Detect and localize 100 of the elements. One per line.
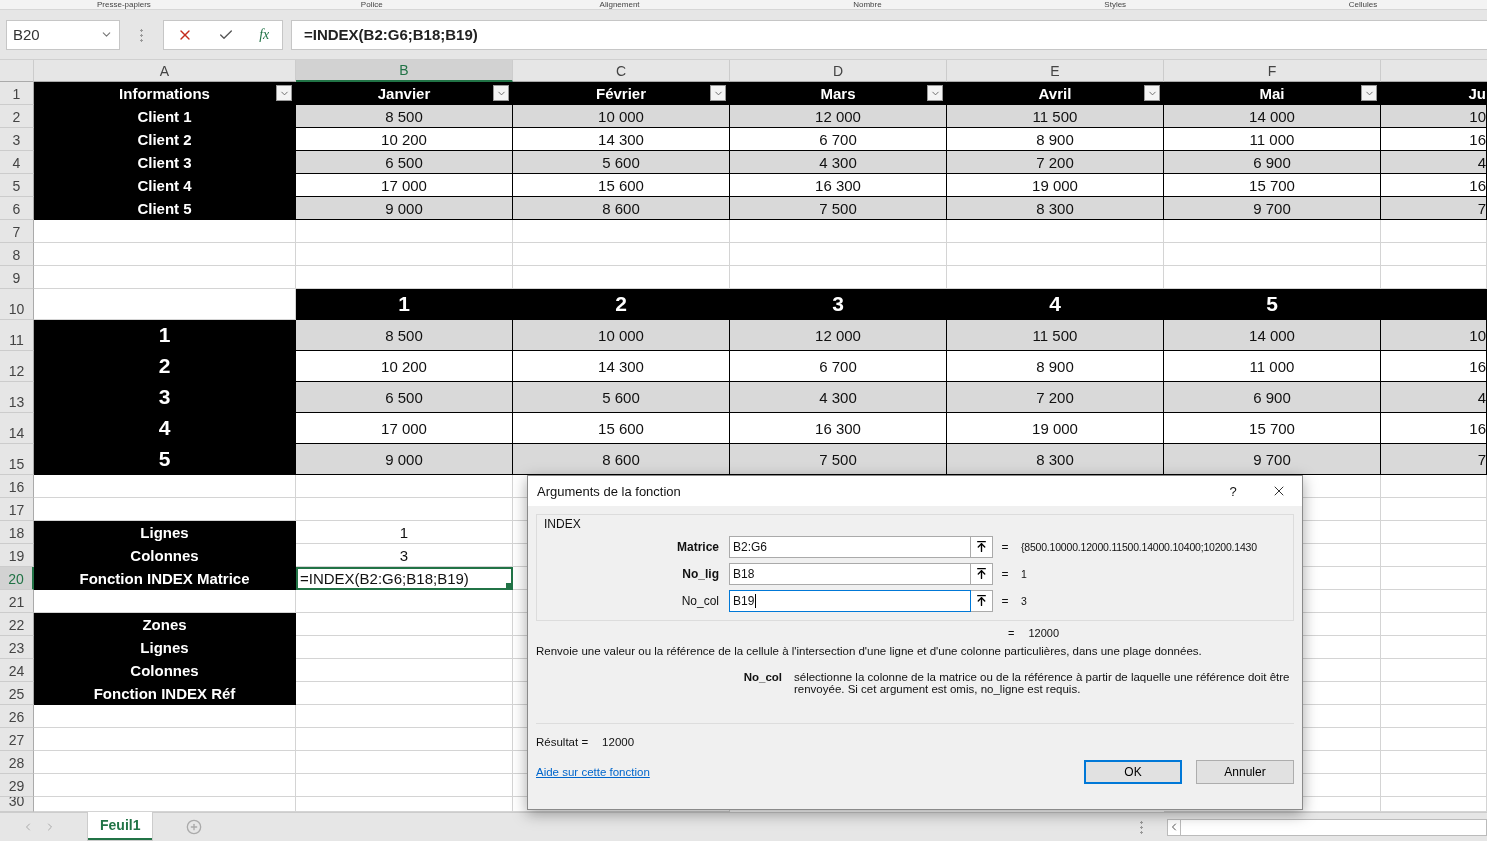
argument-label: Matrice xyxy=(675,539,720,554)
header-cell: Lignes xyxy=(34,636,296,659)
ribbon-group-label: Police xyxy=(359,0,384,9)
row-number[interactable]: 15 xyxy=(0,444,34,475)
dialog-title: Arguments de la fonction xyxy=(537,483,682,499)
header-cell: Janvier xyxy=(296,82,513,105)
row-number[interactable]: 17 xyxy=(0,498,34,521)
table-cell: 15 700 xyxy=(1164,174,1381,197)
horizontal-scrollbar[interactable] xyxy=(1167,818,1487,836)
table-cell: 10 xyxy=(1381,105,1487,128)
row-number[interactable]: 7 xyxy=(0,220,34,243)
column-header[interactable]: E xyxy=(947,60,1164,82)
row-number[interactable]: 5 xyxy=(0,174,34,197)
name-box[interactable]: B20 xyxy=(6,19,120,50)
cancel-button[interactable]: Annuler xyxy=(1196,760,1294,784)
table-cell: 16 xyxy=(1381,128,1487,151)
header-cell: Client 4 xyxy=(34,174,296,197)
active-cell[interactable]: =INDEX(B2:G6;B18;B19) xyxy=(296,567,513,590)
argument-field[interactable]: B18 xyxy=(729,562,971,585)
table-cell: 6 500 xyxy=(296,151,513,174)
formula-bar[interactable]: =INDEX(B2:G6;B18;B19) xyxy=(291,19,1487,50)
row-number[interactable]: 9 xyxy=(0,266,34,289)
argument-value: {8500.10000.12000.11500.14000.10400;10200.1430 xyxy=(1020,540,1258,553)
row-number[interactable]: 28 xyxy=(0,751,34,774)
help-button[interactable]: ? xyxy=(1210,476,1256,506)
row-number[interactable]: 21 xyxy=(0,590,34,613)
help-link[interactable]: Aide sur cette fonction xyxy=(536,766,1070,778)
table-cell: 15 700 xyxy=(1164,413,1381,444)
row-number[interactable]: 20 xyxy=(0,567,34,590)
row-number[interactable]: 25 xyxy=(0,682,34,705)
select-all-corner[interactable] xyxy=(0,60,34,82)
table-cell: 7 500 xyxy=(730,197,947,220)
header-cell: Client 5 xyxy=(34,197,296,220)
row-number[interactable]: 10 xyxy=(0,289,34,320)
sheet-tab[interactable]: Feuil1 xyxy=(88,812,153,840)
table-cell: 5 600 xyxy=(513,382,730,413)
drag-handle-icon[interactable] xyxy=(140,27,143,42)
add-sheet-icon[interactable] xyxy=(186,819,203,835)
row-number[interactable]: 1 xyxy=(0,82,34,105)
table-cell: 8 600 xyxy=(513,444,730,475)
column-header[interactable]: F xyxy=(1164,60,1381,82)
table-cell: 16 xyxy=(1381,413,1487,444)
row-number[interactable]: 19 xyxy=(0,544,34,567)
argument-field[interactable]: B19 xyxy=(729,589,971,612)
table-cell: 14 000 xyxy=(1164,105,1381,128)
row-number[interactable]: 23 xyxy=(0,636,34,659)
row-number[interactable]: 12 xyxy=(0,351,34,382)
row-number[interactable]: 29 xyxy=(0,774,34,797)
table-cell: 11 000 xyxy=(1164,351,1381,382)
row-number[interactable]: 11 xyxy=(0,320,34,351)
row-number[interactable]: 8 xyxy=(0,243,34,266)
column-header[interactable] xyxy=(1381,60,1487,82)
row-number[interactable]: 30 xyxy=(0,797,34,812)
row-number[interactable]: 16 xyxy=(0,475,34,498)
table-cell: 16 300 xyxy=(730,413,947,444)
table-cell: 11 500 xyxy=(947,320,1164,351)
table-cell: 10 200 xyxy=(296,351,513,382)
collapse-dialog-button[interactable] xyxy=(971,562,993,585)
table-cell: 16 xyxy=(1381,174,1487,197)
table-cell: 15 600 xyxy=(513,413,730,444)
table-cell: 3 xyxy=(296,544,513,567)
row-number[interactable]: 6 xyxy=(0,197,34,220)
table-cell: 11 000 xyxy=(1164,128,1381,151)
table-cell: 8 300 xyxy=(947,444,1164,475)
split-handle-icon[interactable] xyxy=(1140,820,1143,834)
row-number[interactable]: 27 xyxy=(0,728,34,751)
insert-function-button[interactable]: fx xyxy=(259,26,270,43)
collapse-dialog-button[interactable] xyxy=(971,535,993,558)
header-cell: Avril xyxy=(947,82,1164,105)
ribbon-group-label: Nombre xyxy=(852,0,883,9)
fill-handle[interactable] xyxy=(505,582,511,588)
row-number[interactable]: 2 xyxy=(0,105,34,128)
collapse-dialog-button[interactable] xyxy=(971,589,993,612)
argument-field[interactable]: B2:G6 xyxy=(729,535,971,558)
header-cell: 5 xyxy=(34,444,296,475)
table-cell: 9 700 xyxy=(1164,197,1381,220)
row-number[interactable]: 3 xyxy=(0,128,34,151)
column-header[interactable]: D xyxy=(730,60,947,82)
row-number[interactable]: 24 xyxy=(0,659,34,682)
arrow-up-icon[interactable] xyxy=(975,567,988,580)
row-number[interactable]: 13 xyxy=(0,382,34,413)
row-number[interactable]: 4 xyxy=(0,151,34,174)
column-header[interactable]: A xyxy=(34,60,296,82)
row-number[interactable]: 22 xyxy=(0,613,34,636)
column-header[interactable]: C xyxy=(513,60,730,82)
header-cell: Mai xyxy=(1164,82,1381,105)
argument-label: No_lig xyxy=(681,566,720,581)
row-number[interactable]: 14 xyxy=(0,413,34,444)
ok-button[interactable]: OK xyxy=(1084,760,1182,784)
header-cell: 2 xyxy=(34,351,296,382)
row-number[interactable]: 18 xyxy=(0,521,34,544)
row-number[interactable]: 26 xyxy=(0,705,34,728)
header-cell: Ju xyxy=(1381,82,1487,105)
column-header[interactable]: B xyxy=(296,60,513,82)
arrow-up-icon[interactable] xyxy=(975,594,988,607)
ribbon-group-label: Alignement xyxy=(598,0,641,9)
header-cell: Client 3 xyxy=(34,151,296,174)
ribbon-group-label: Cellules xyxy=(1347,0,1379,9)
arrow-up-icon[interactable] xyxy=(975,540,988,553)
table-cell: 14 000 xyxy=(1164,320,1381,351)
